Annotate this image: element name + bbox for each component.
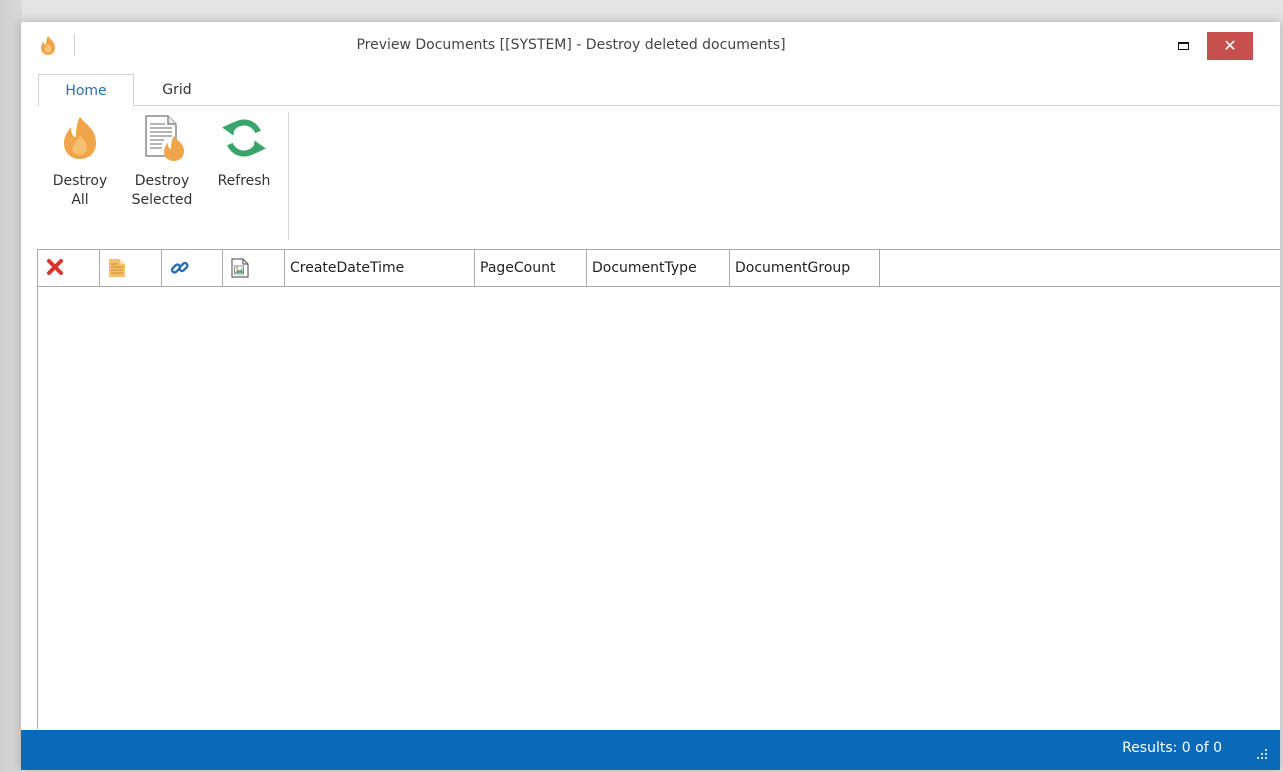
grid-body[interactable]	[38, 287, 1280, 730]
close-button[interactable]: ✕	[1207, 32, 1253, 60]
link-icon	[170, 261, 189, 274]
ribbon-tabs: Home Grid	[38, 74, 1278, 106]
status-bar: Results: 0 of 0	[21, 730, 1280, 770]
ribbon-group-separator	[288, 112, 289, 240]
destroy-selected-button[interactable]: Destroy Selected	[125, 114, 199, 210]
title-bar: Preview Documents [[SYSTEM] - Destroy de…	[21, 22, 1280, 70]
column-header-empty	[880, 250, 1280, 286]
column-header-pagecount[interactable]: PageCount	[475, 250, 587, 286]
column-header-image[interactable]	[223, 250, 285, 286]
document-flame-icon	[145, 115, 184, 161]
image-document-icon	[231, 258, 249, 278]
grid-header: CreateDateTime PageCount DocumentType Do…	[38, 250, 1280, 287]
tab-home[interactable]: Home	[38, 74, 134, 106]
preview-documents-window: Preview Documents [[SYSTEM] - Destroy de…	[21, 22, 1280, 770]
ribbon-home: Destroy All Destroy Selected Refresh	[37, 106, 1279, 248]
delete-icon	[47, 259, 63, 275]
column-header-document[interactable]	[100, 250, 162, 286]
column-header-createdatetime[interactable]: CreateDateTime	[285, 250, 475, 286]
column-header-link[interactable]	[162, 250, 223, 286]
destroy-all-label: Destroy All	[52, 173, 108, 208]
maximize-icon	[1178, 42, 1189, 50]
documents-grid: CreateDateTime PageCount DocumentType Do…	[37, 249, 1280, 730]
document-icon	[109, 259, 125, 277]
tab-grid[interactable]: Grid	[142, 74, 212, 106]
destroy-selected-label: Destroy Selected	[131, 173, 193, 208]
refresh-icon	[222, 119, 266, 157]
column-header-documentgroup[interactable]: DocumentGroup	[730, 250, 880, 286]
results-count: Results: 0 of 0	[1122, 740, 1222, 756]
window-title: Preview Documents [[SYSTEM] - Destroy de…	[356, 37, 786, 53]
column-header-delete[interactable]	[38, 250, 100, 286]
refresh-button[interactable]: Refresh	[209, 114, 279, 191]
column-header-documenttype[interactable]: DocumentType	[587, 250, 730, 286]
flame-icon	[64, 117, 96, 159]
maximize-button[interactable]	[1169, 34, 1197, 60]
resize-grip-icon[interactable]	[1256, 748, 1268, 760]
refresh-label: Refresh	[217, 173, 271, 189]
destroy-all-button[interactable]: Destroy All	[45, 114, 115, 210]
